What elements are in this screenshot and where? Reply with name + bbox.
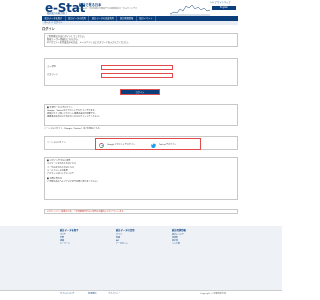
social-login-label: ソーシャルログイン [47, 142, 66, 144]
tagline-sub: e-Statは、日本の統計が閲覧できる政府統計ポータルサイトです [79, 8, 137, 10]
google-icon [99, 142, 104, 148]
footer: 統計データを探す すべて 分野 組織 キーワード 統計データの活用 グラフ 地図… [0, 226, 282, 290]
footer-col-search: 統計データを探す すべて 分野 組織 キーワード [60, 229, 120, 246]
footer-col-use: 統計データの活用 グラフ 地図 API データセット [116, 229, 176, 246]
help-box: ■ ログインできない場合 パスワードを忘れた方はこちら ユーザIDを忘れた方はこ… [44, 157, 238, 200]
page-title: ログイン [42, 27, 55, 31]
warning-text: ※セキュリティ保護のため、一定時間操作がない場合は自動的にログアウトします。 [44, 209, 238, 214]
help-link[interactable]: メールアドレスの変更 [47, 170, 235, 173]
user-id-label: ユーザID [47, 65, 56, 68]
footer-heading: 統計データの活用 [116, 229, 135, 232]
social-note: ソーシャルログイン（Google / Twitter）のご利用はこちら [44, 128, 100, 130]
footer-heading: 統計関連情報 [172, 229, 186, 232]
bottom-link[interactable]: プライバシー [108, 293, 120, 296]
google-login-button[interactable]: Googleアカウントでログイン [99, 142, 147, 148]
social-login-row: ソーシャルログイン Googleアカウントでログイン Twitterでログイン [44, 136, 238, 150]
google-login-label: Googleアカウントでログイン [107, 143, 136, 146]
bottom-link[interactable]: サイトについて [60, 293, 74, 296]
page: e-Stat 政府統計の総合窓口 統計で見る日本 e-Statは、日本の統計が閲… [0, 0, 282, 300]
skyline-graphic-icon [170, 4, 210, 16]
footer-link[interactable]: キーワード [60, 243, 120, 246]
login-button[interactable]: ログイン [120, 89, 160, 95]
footer-heading: 統計データを探す [60, 229, 79, 232]
header-links[interactable]: ヘルプ サイトマップ [210, 1, 230, 5]
notice-line: ※アカウントを作成済みの方は、メールアドレスとパスワードを入力してください。 [47, 41, 130, 45]
breadcrumb[interactable]: ホーム > ログイン [42, 21, 238, 25]
twitter-login-button[interactable]: Twitterでログイン [151, 142, 199, 148]
language-button[interactable]: English [212, 6, 236, 10]
help-link[interactable]: ユーザIDを忘れた方はこちら [47, 167, 235, 170]
password-label: パスワード [47, 73, 58, 76]
footer-col-related: 統計関連情報 統計について 用語集 統計表 リンク集 [172, 229, 232, 246]
login-form: ユーザID パスワード [44, 58, 238, 86]
help-line: ■ お問い合わせ [47, 177, 63, 180]
social-buttons: Googleアカウントでログイン Twitterでログイン [95, 138, 201, 150]
twitter-icon [151, 143, 156, 148]
bottom-bar: サイトについて 利用規約 プライバシー Copyright © 総務省統計局 [0, 290, 282, 300]
password-input[interactable] [101, 73, 173, 78]
help-link[interactable]: パスワードを忘れた方はこちら [47, 163, 235, 166]
header: e-Stat 政府統計の総合窓口 統計で見る日本 e-Statは、日本の統計が閲… [0, 0, 282, 16]
footer-link[interactable]: リンク集 [172, 243, 232, 246]
footer-link[interactable]: データセット [116, 243, 176, 246]
info-line: 連携済みの方は以下のボタンからログインしてください。 [47, 115, 101, 118]
tagline: 統計で見る日本 [79, 3, 102, 7]
help-link[interactable]: アカウントのロックについて [47, 173, 235, 176]
user-id-input[interactable] [101, 65, 173, 70]
help-line: ご不明な点はヘルプデスクまでお問い合わせください。 [47, 181, 99, 184]
twitter-login-label: Twitterでログイン [159, 143, 177, 146]
bottom-link[interactable]: 利用規約 [88, 293, 96, 296]
copyright: Copyright © 総務省統計局 [200, 293, 227, 295]
notice-box: ご利用者の方はログインしてください。 新規ユーザー登録はこちらから。 ※アカウン… [44, 33, 238, 47]
social-info-box: ■ 外部サービスでログイン Google、Twitterのアカウントでログインで… [44, 104, 238, 126]
